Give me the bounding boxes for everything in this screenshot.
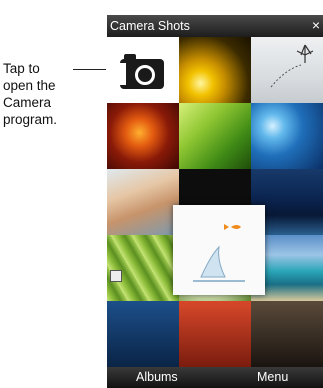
bottom-red-photo[interactable] xyxy=(179,301,251,367)
fish-splash-photo[interactable] xyxy=(173,205,265,295)
camera-lens xyxy=(135,65,155,85)
blue-window-photo[interactable] xyxy=(251,103,323,169)
fish-splash-art xyxy=(193,224,245,282)
title-bar: Camera Shots × xyxy=(107,15,323,37)
people-photo[interactable] xyxy=(107,169,179,235)
callout-text: Tap to open the Camera program. xyxy=(3,60,103,128)
callout-line-4: program. xyxy=(3,112,58,127)
tree-sketch xyxy=(270,44,314,88)
winter-tree-photo[interactable] xyxy=(251,37,323,103)
callout-line-2: open the xyxy=(3,78,56,93)
app-title: Camera Shots xyxy=(110,19,190,33)
bottom-dark-photo[interactable] xyxy=(251,301,323,367)
yellow-flower-photo[interactable] xyxy=(179,37,251,103)
callout-line-3: Camera xyxy=(3,95,52,110)
orange-flower-photo[interactable] xyxy=(107,103,179,169)
menu-softkey[interactable]: Menu xyxy=(257,370,288,384)
video-icon xyxy=(110,270,122,282)
grass-photo[interactable] xyxy=(107,235,179,301)
albums-softkey[interactable]: Albums xyxy=(136,370,178,384)
bottom-blue-photo[interactable] xyxy=(107,301,179,367)
camera-tile[interactable] xyxy=(107,37,179,103)
close-icon[interactable]: × xyxy=(312,17,320,33)
camera-strip xyxy=(120,63,126,85)
softkey-bar: Albums Menu xyxy=(107,367,323,388)
phone-screen: Camera Shots × Albums Menu xyxy=(107,15,323,388)
callout-leader-line xyxy=(73,69,106,70)
photo-grid xyxy=(107,37,323,367)
green-leaf-photo[interactable] xyxy=(179,103,251,169)
